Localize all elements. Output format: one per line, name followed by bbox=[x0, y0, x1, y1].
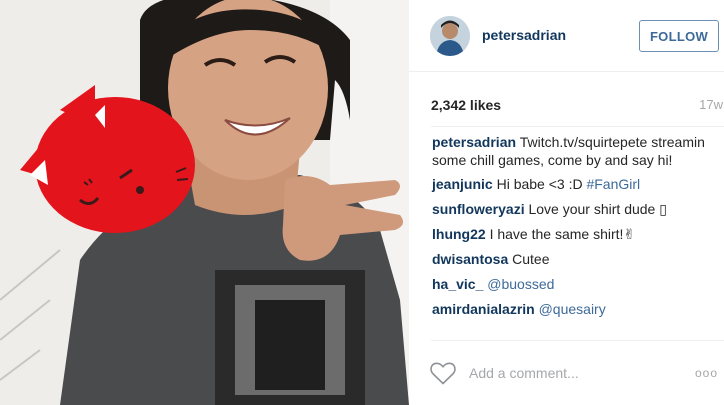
hashtag-link[interactable]: #FanGirl bbox=[586, 176, 640, 192]
comment-bar: Add a comment... ooo bbox=[409, 340, 724, 405]
comment-item: lhung22 I have the same shirt!✌ bbox=[432, 225, 707, 243]
post-photo bbox=[0, 0, 409, 405]
selfie-with-plush-illustration bbox=[0, 0, 409, 405]
comment-text: I have the same shirt!✌ bbox=[489, 226, 636, 242]
comment-item: jeanjunic Hi babe <3 :D #FanGirl bbox=[432, 175, 707, 193]
caption-username[interactable]: petersadrian bbox=[432, 134, 516, 150]
comment-username[interactable]: amirdanialazrin bbox=[432, 301, 535, 317]
post-header: petersadrian FOLLOW bbox=[409, 0, 724, 72]
username-link[interactable]: petersadrian bbox=[482, 27, 566, 43]
ellipsis-icon[interactable]: ooo bbox=[695, 366, 718, 380]
add-comment-input[interactable]: Add a comment... bbox=[469, 365, 579, 381]
comment-item: sunfloweryazi Love your shirt dude ▯ bbox=[432, 200, 707, 218]
comment-text: Love your shirt dude ▯ bbox=[528, 201, 667, 217]
comment-username[interactable]: sunfloweryazi bbox=[432, 201, 525, 217]
follow-button[interactable]: FOLLOW bbox=[639, 20, 719, 52]
heart-outline-icon[interactable] bbox=[430, 362, 456, 390]
avatar[interactable] bbox=[430, 16, 470, 56]
mention-link[interactable]: @buossed bbox=[487, 276, 554, 292]
comment-text: Hi babe <3 :D bbox=[496, 176, 583, 192]
post-age[interactable]: 17w bbox=[699, 97, 723, 112]
comment-username[interactable]: dwisantosa bbox=[432, 251, 508, 267]
stats-divider bbox=[431, 126, 724, 127]
comment-list: petersadrian Twitch.tv/squirtepete strea… bbox=[432, 133, 707, 325]
avatar-photo bbox=[430, 16, 470, 56]
post-sidebar: petersadrian FOLLOW 2,342 likes 17w pete… bbox=[409, 0, 724, 405]
mention-link[interactable]: @quesairy bbox=[539, 301, 606, 317]
comment-username[interactable]: ha_vic_ bbox=[432, 276, 483, 292]
post-stats: 2,342 likes 17w bbox=[431, 97, 723, 117]
comment-username[interactable]: lhung22 bbox=[432, 226, 486, 242]
comment-item: dwisantosa Cutee bbox=[432, 250, 707, 268]
comment-item: ha_vic_ @buossed bbox=[432, 275, 707, 293]
comment-item: amirdanialazrin @quesairy bbox=[432, 300, 707, 318]
likes-count[interactable]: 2,342 likes bbox=[431, 97, 501, 113]
comment-username[interactable]: jeanjunic bbox=[432, 176, 493, 192]
comment-text: Cutee bbox=[512, 251, 550, 267]
caption: petersadrian Twitch.tv/squirtepete strea… bbox=[432, 133, 707, 169]
